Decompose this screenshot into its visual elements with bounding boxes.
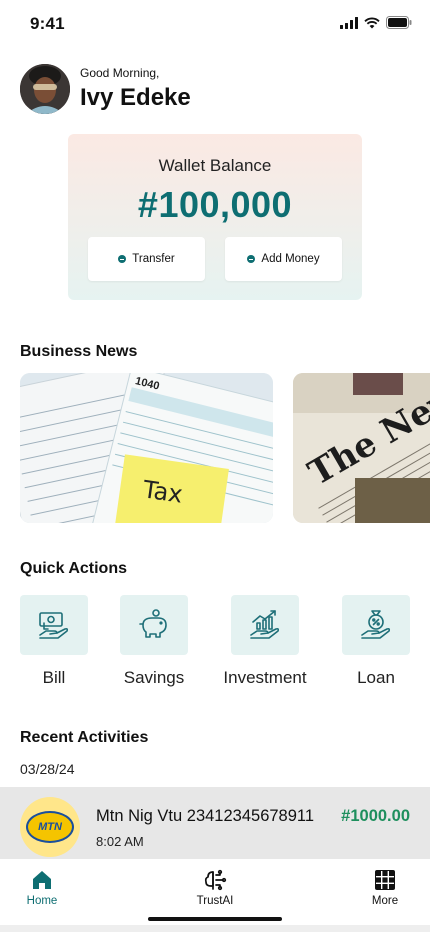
add-money-button[interactable]: Add Money: [225, 237, 342, 281]
wifi-icon: [364, 17, 380, 28]
transfer-button-label: Transfer: [132, 253, 175, 265]
activity-time: 8:02 AM: [96, 834, 144, 849]
wallet-balance: #100,000: [137, 184, 293, 225]
home-indicator: [148, 917, 282, 921]
quick-action-savings-label: Savings: [123, 668, 185, 687]
avatar[interactable]: [20, 64, 70, 114]
nav-more-label: More: [371, 895, 399, 907]
profile-photo: [20, 64, 70, 114]
status-time: 9:41: [30, 14, 65, 33]
add-money-button-label: Add Money: [261, 253, 320, 265]
mtn-logo-text: MTN: [26, 811, 74, 843]
plus-circle-icon: [247, 255, 256, 263]
nav-home-label: Home: [26, 895, 58, 907]
quick-action-investment[interactable]: [231, 595, 299, 655]
news-card-newspaper[interactable]: The New: [293, 373, 430, 523]
quick-action-loan-label: Loan: [357, 668, 395, 687]
grid-icon: [375, 870, 395, 890]
wallet-title: Wallet Balance: [158, 156, 272, 175]
newspaper-image: The New: [293, 373, 430, 523]
nav-home[interactable]: Home: [22, 869, 62, 907]
ai-brain-icon: [204, 869, 227, 891]
activity-amount: #1000.00: [341, 807, 410, 825]
mtn-logo: MTN: [20, 797, 80, 857]
quick-action-investment-label: Investment: [223, 668, 307, 687]
transfer-button[interactable]: Transfer: [88, 237, 205, 281]
battery-icon: [386, 16, 412, 29]
bill-icon: [39, 612, 69, 639]
quick-action-bill-label: Bill: [42, 668, 66, 687]
user-name: Ivy Edeke: [80, 84, 191, 111]
bottom-nav: Home TrustAI More: [0, 859, 430, 925]
quick-action-loan[interactable]: [342, 595, 410, 655]
activity-row[interactable]: MTN Mtn Nig Vtu 23412345678911 8:02 AM #…: [0, 787, 430, 859]
greeting-text: Good Morning,: [80, 66, 160, 80]
piggy-bank-icon: [139, 609, 167, 638]
plus-circle-icon: [118, 255, 127, 263]
loan-icon: [361, 610, 391, 639]
bottom-strip: [0, 925, 430, 932]
wallet-card: Wallet Balance #100,000 Transfer Add Mon…: [68, 134, 362, 300]
business-news-title: Business News: [20, 343, 138, 360]
tax-form-image: 1040 Tax: [20, 373, 273, 523]
news-card-tax[interactable]: 1040 Tax: [20, 373, 273, 523]
sticky-note-text: Tax: [140, 475, 184, 508]
recent-activities-title: Recent Activities: [20, 729, 149, 746]
activity-date: 03/28/24: [20, 761, 75, 777]
nav-trustai[interactable]: TrustAI: [190, 869, 240, 907]
quick-actions-title: Quick Actions: [20, 560, 127, 577]
nav-more[interactable]: More: [365, 869, 405, 907]
activity-title: Mtn Nig Vtu 23412345678911: [96, 807, 315, 825]
home-icon: [33, 871, 51, 889]
investment-icon: [250, 610, 280, 639]
nav-trustai-label: TrustAI: [196, 895, 234, 907]
status-icons: [340, 16, 412, 29]
quick-action-bill[interactable]: [20, 595, 88, 655]
quick-action-savings[interactable]: [120, 595, 188, 655]
signal-icon: [340, 16, 358, 29]
